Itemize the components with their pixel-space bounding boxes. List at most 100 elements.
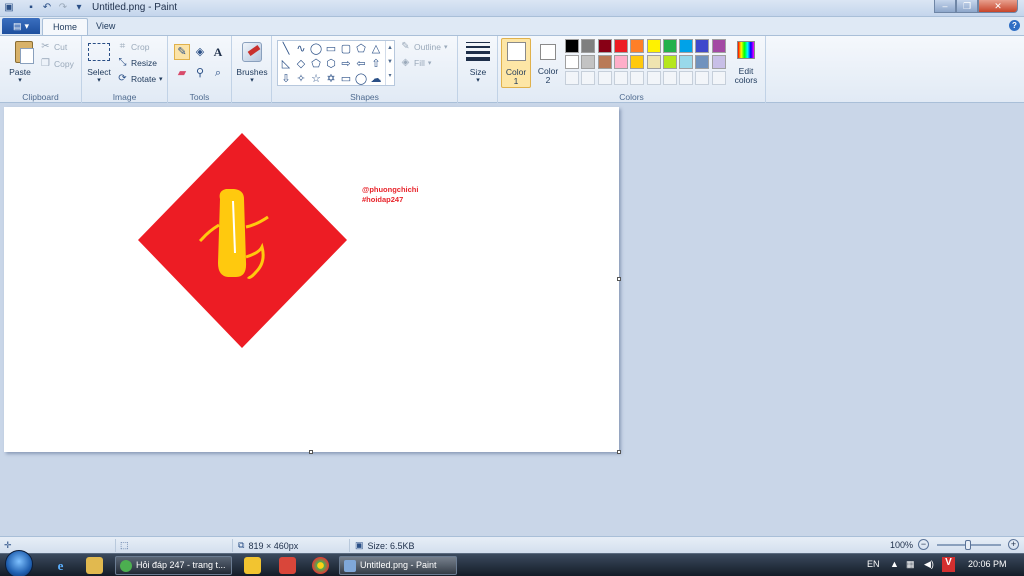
- palette-custom-slot[interactable]: [597, 71, 612, 85]
- clock[interactable]: 20:06 PM: [968, 559, 1007, 569]
- antivirus-icon[interactable]: V: [942, 557, 955, 572]
- right-triangle-shape-icon[interactable]: ◺: [279, 57, 293, 71]
- palette-custom-slot[interactable]: [630, 71, 645, 85]
- paint-app-icon[interactable]: ▣: [2, 1, 16, 15]
- paint-menu-button[interactable]: ▤ ▾: [2, 18, 40, 34]
- canvas-workspace[interactable]: @phuongchichi #hoidap247: [0, 103, 1024, 536]
- tab-view[interactable]: View: [86, 18, 125, 35]
- zoom-in-icon[interactable]: +: [1008, 539, 1019, 550]
- select-button[interactable]: Select ▾: [85, 36, 113, 88]
- fill-button[interactable]: ◈ Fill ▾: [400, 57, 432, 68]
- show-hidden-icons-icon[interactable]: ▲: [890, 559, 899, 569]
- redo-icon[interactable]: ↷: [56, 1, 70, 15]
- palette-swatch[interactable]: [695, 55, 710, 69]
- palette-swatch[interactable]: [581, 55, 596, 69]
- palette-custom-slot[interactable]: [711, 71, 726, 85]
- oval-callout-shape-icon[interactable]: ◯: [354, 72, 368, 86]
- palette-swatch[interactable]: [646, 39, 661, 53]
- palette-swatch[interactable]: [662, 55, 677, 69]
- palette-swatch[interactable]: [630, 39, 645, 53]
- size-button[interactable]: Size ▾: [460, 36, 496, 88]
- polygon-shape-icon[interactable]: ⬠: [354, 42, 368, 56]
- oval-shape-icon[interactable]: ◯: [309, 42, 323, 56]
- rotate-button[interactable]: ⟳ Rotate ▾: [117, 73, 162, 84]
- taskbar-task-browser[interactable]: Hỏi đáp 247 - trang t...: [115, 556, 232, 575]
- palette-swatch[interactable]: [679, 39, 694, 53]
- minimize-button[interactable]: –: [934, 0, 956, 13]
- palette-swatch[interactable]: [711, 39, 726, 53]
- close-button[interactable]: ✕: [978, 0, 1018, 13]
- palette-swatch[interactable]: [565, 39, 579, 53]
- six-point-star-shape-icon[interactable]: ✡: [324, 72, 338, 86]
- save-icon[interactable]: ▪: [24, 1, 38, 15]
- palette-custom-slot[interactable]: [565, 71, 579, 85]
- diamond-shape-icon[interactable]: ◇: [294, 57, 308, 71]
- palette-swatch[interactable]: [613, 55, 628, 69]
- network-icon[interactable]: ▦: [906, 559, 915, 570]
- resize-handle-bottom[interactable]: [309, 450, 313, 454]
- palette-swatch[interactable]: [630, 55, 645, 69]
- outline-button[interactable]: ✎ Outline ▾: [400, 41, 447, 52]
- line-shape-icon[interactable]: ╲: [279, 42, 293, 56]
- palette-swatch[interactable]: [581, 39, 596, 53]
- palette-custom-slot[interactable]: [646, 71, 661, 85]
- palette-swatch[interactable]: [662, 39, 677, 53]
- palette-swatch[interactable]: [597, 39, 612, 53]
- internet-explorer-icon[interactable]: e: [52, 557, 69, 574]
- color1-button[interactable]: Color 1: [501, 38, 531, 88]
- tab-home[interactable]: Home: [42, 18, 89, 35]
- palette-custom-slot[interactable]: [613, 71, 628, 85]
- right-arrow-shape-icon[interactable]: ⇨: [339, 57, 353, 71]
- palette-swatch[interactable]: [679, 55, 694, 69]
- pencil-icon[interactable]: ✎: [174, 44, 190, 60]
- paint-app-icon-taskbar[interactable]: [279, 557, 296, 574]
- customize-quick-access-icon[interactable]: ▾: [72, 1, 86, 15]
- maximize-button[interactable]: ❐: [956, 0, 978, 13]
- magnifier-icon[interactable]: ⌕: [210, 65, 226, 81]
- volume-icon[interactable]: ◀): [924, 559, 934, 570]
- edit-colors-button[interactable]: Edit colors: [730, 38, 762, 88]
- resize-button[interactable]: ⤡ Resize: [117, 57, 157, 68]
- rounded-callout-shape-icon[interactable]: ▭: [339, 72, 353, 86]
- palette-swatch[interactable]: [711, 55, 726, 69]
- five-point-star-shape-icon[interactable]: ☆: [309, 72, 323, 86]
- resize-handle-corner[interactable]: [617, 450, 621, 454]
- triangle-shape-icon[interactable]: △: [369, 42, 383, 56]
- rectangle-shape-icon[interactable]: ▭: [324, 42, 338, 56]
- undo-icon[interactable]: ↶: [40, 1, 54, 15]
- paste-button[interactable]: Paste ▾: [4, 36, 36, 88]
- palette-swatch[interactable]: [565, 55, 579, 69]
- zoom-out-icon[interactable]: −: [918, 539, 929, 550]
- left-arrow-shape-icon[interactable]: ⇦: [354, 57, 368, 71]
- drawing-canvas[interactable]: @phuongchichi #hoidap247: [4, 107, 619, 452]
- palette-swatch[interactable]: [597, 55, 612, 69]
- resize-handle-right[interactable]: [617, 277, 621, 281]
- palette-swatch[interactable]: [646, 55, 661, 69]
- shapes-scroll[interactable]: ▲ ▼ ▾: [385, 41, 394, 85]
- copy-button[interactable]: ❐ Copy: [40, 58, 74, 69]
- palette-custom-slot[interactable]: [581, 71, 596, 85]
- chrome-icon[interactable]: [312, 557, 329, 574]
- palette-custom-slot[interactable]: [679, 71, 694, 85]
- file-explorer-icon[interactable]: [86, 557, 103, 574]
- rounded-rectangle-shape-icon[interactable]: ▢: [339, 42, 353, 56]
- pentagon-shape-icon[interactable]: ⬠: [309, 57, 323, 71]
- up-arrow-shape-icon[interactable]: ⇧: [369, 57, 383, 71]
- color-picker-icon[interactable]: ⚲: [192, 65, 208, 81]
- color2-button[interactable]: Color 2: [534, 38, 562, 88]
- input-language[interactable]: EN: [867, 559, 880, 569]
- help-icon[interactable]: ?: [1009, 20, 1020, 31]
- palette-swatch[interactable]: [695, 39, 710, 53]
- crop-button[interactable]: ⌗ Crop: [117, 41, 150, 52]
- cut-button[interactable]: ✂ Cut: [40, 41, 67, 52]
- curve-shape-icon[interactable]: ∿: [294, 42, 308, 56]
- down-arrow-shape-icon[interactable]: ⇩: [279, 72, 293, 86]
- hexagon-shape-icon[interactable]: ⬡: [324, 57, 338, 71]
- eraser-icon[interactable]: ▰: [174, 65, 190, 81]
- four-point-star-shape-icon[interactable]: ✧: [294, 72, 308, 86]
- zoom-slider-thumb[interactable]: [965, 540, 971, 550]
- taskbar-task-paint[interactable]: Untitled.png - Paint: [339, 556, 457, 575]
- fill-bucket-icon[interactable]: ◈: [192, 44, 208, 60]
- cloud-callout-shape-icon[interactable]: ☁: [369, 72, 383, 86]
- palette-custom-slot[interactable]: [695, 71, 710, 85]
